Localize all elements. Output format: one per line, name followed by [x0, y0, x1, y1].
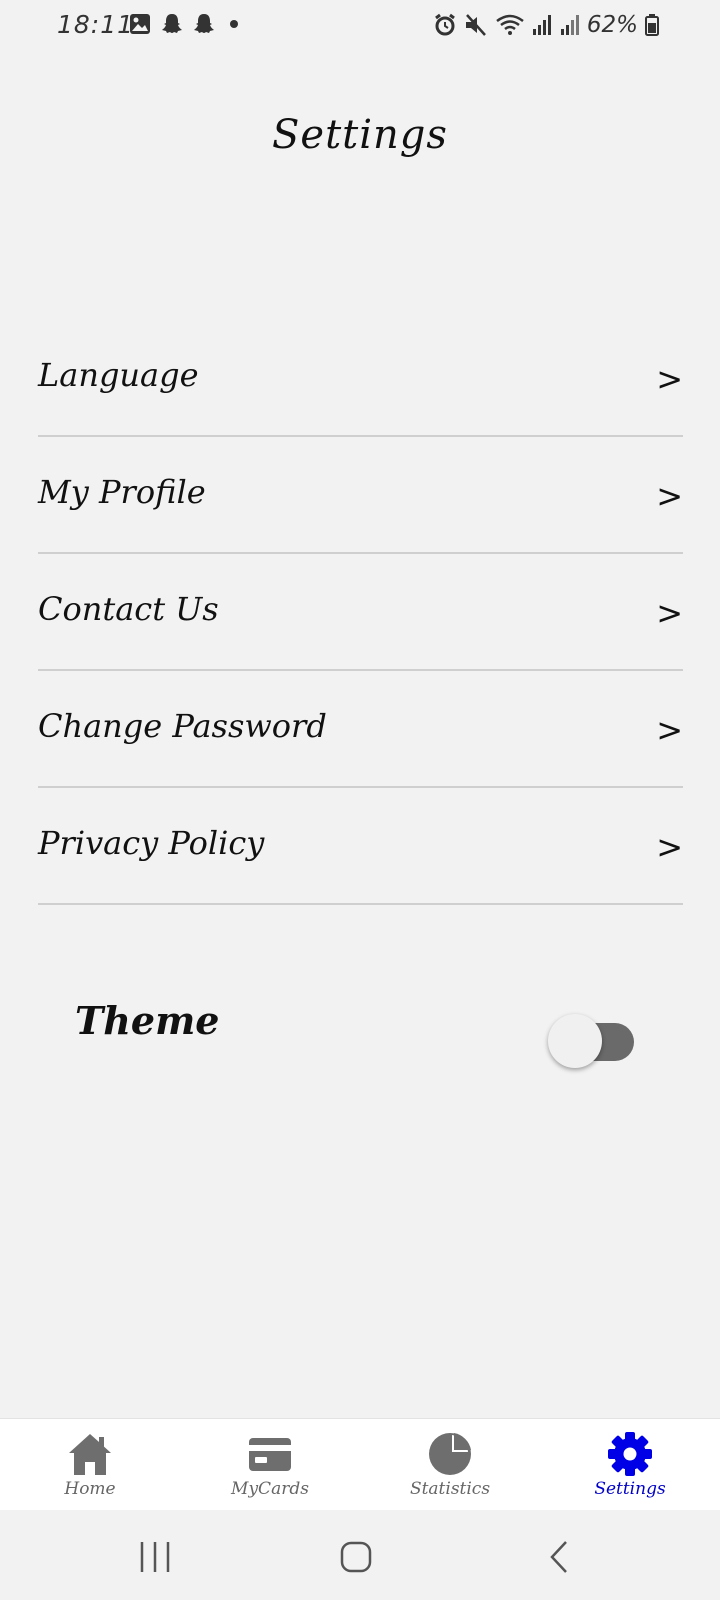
back-icon[interactable]: [534, 1532, 584, 1582]
nav-label: Home: [64, 1479, 116, 1499]
theme-toggle[interactable]: [548, 1012, 638, 1072]
recent-apps-icon[interactable]: [130, 1532, 180, 1582]
status-bar: 18:11 62%: [0, 0, 720, 52]
snapchat-icon: [162, 14, 182, 33]
home-icon: [69, 1434, 111, 1475]
settings-item-label: Privacy Policy: [38, 824, 265, 862]
signal-icon: [560, 15, 579, 35]
signal-icon: [532, 15, 551, 35]
settings-item-my-profile[interactable]: My Profile >: [38, 437, 683, 554]
status-time: 18:11: [57, 10, 135, 39]
gallery-icon: [130, 14, 150, 34]
dot-icon: [230, 20, 238, 28]
chevron-right-icon: >: [656, 360, 683, 398]
nav-label: MyCards: [231, 1479, 309, 1499]
system-nav-bar: [0, 1510, 720, 1600]
settings-item-contact-us[interactable]: Contact Us >: [38, 554, 683, 671]
wifi-icon: [496, 14, 524, 35]
settings-item-label: My Profile: [38, 473, 206, 511]
nav-label: Settings: [594, 1479, 666, 1499]
settings-list: Language > My Profile > Contact Us > Cha…: [38, 320, 683, 905]
status-icons-right: 62%: [433, 12, 660, 38]
nav-item-statistics[interactable]: Statistics: [360, 1419, 540, 1511]
snapchat-icon: [194, 14, 214, 33]
page-title: Settings: [272, 112, 448, 158]
theme-label: Theme: [75, 998, 220, 1043]
alarm-icon: [434, 13, 455, 36]
settings-item-label: Contact Us: [38, 590, 219, 628]
pie-chart-icon: [429, 1433, 471, 1475]
nav-item-home[interactable]: Home: [0, 1419, 180, 1511]
chevron-right-icon: >: [656, 477, 683, 515]
nav-label: Statistics: [409, 1479, 491, 1499]
gear-icon: [608, 1432, 652, 1476]
chevron-right-icon: >: [656, 711, 683, 749]
nav-item-settings[interactable]: Settings: [540, 1419, 720, 1511]
chevron-right-icon: >: [656, 594, 683, 632]
home-button-icon[interactable]: [331, 1532, 381, 1582]
settings-item-language[interactable]: Language >: [38, 320, 683, 437]
settings-item-label: Change Password: [38, 707, 327, 745]
battery-icon: [645, 14, 659, 36]
battery-percent: 62%: [586, 12, 638, 38]
status-icons-left: [128, 12, 244, 36]
mute-icon: [465, 14, 486, 36]
settings-item-change-password[interactable]: Change Password >: [38, 671, 683, 788]
toggle-knob: [548, 1014, 602, 1068]
settings-item-privacy-policy[interactable]: Privacy Policy >: [38, 788, 683, 905]
card-icon: [249, 1438, 291, 1471]
chevron-right-icon: >: [656, 828, 683, 866]
nav-item-mycards[interactable]: MyCards: [180, 1419, 360, 1511]
bottom-nav: Home MyCards Statistics Settings: [0, 1418, 720, 1511]
settings-item-label: Language: [38, 356, 199, 394]
